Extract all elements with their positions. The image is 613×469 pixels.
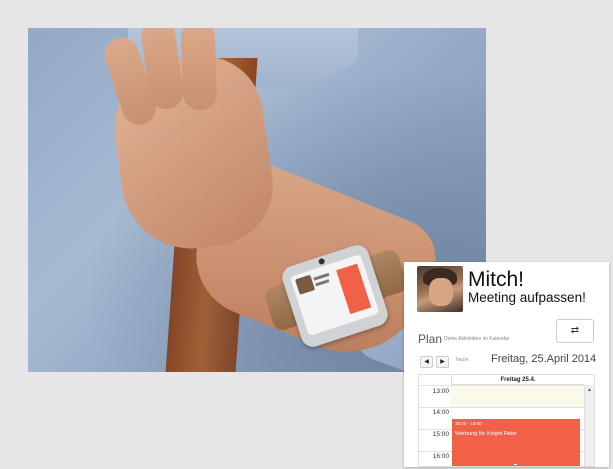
chevron-right-icon: ▶ [440, 359, 445, 365]
event-resize-handle[interactable] [514, 464, 517, 465]
prev-day-button[interactable]: ◀ [420, 356, 433, 368]
notification-name: Mitch! [468, 268, 525, 291]
next-day-button[interactable]: ▶ [436, 356, 449, 368]
calendar-scrollbar[interactable] [584, 385, 594, 466]
time-label: 13:00 [432, 388, 449, 395]
notification-message: Meeting aufpassen! [468, 290, 586, 305]
watch-avatar [294, 274, 316, 295]
watch-camera-dot [317, 257, 326, 266]
today-button[interactable]: heute [456, 357, 469, 363]
event-time: 15:00 - 16:00 [455, 421, 482, 426]
event-title: Werbung für Knight Rider [455, 431, 517, 437]
time-label: 14:00 [432, 409, 449, 416]
view-toggle-button[interactable]: ⇄ [556, 319, 594, 343]
day-column-header: Freitag 25.4. [451, 375, 584, 385]
day-calendar: Freitag 25.4. 13:00 14:00 15:00 16:00 15… [418, 374, 595, 467]
scroll-up-icon[interactable]: ▲ [587, 387, 592, 393]
watch-event-block [336, 263, 372, 315]
time-label: 16:00 [432, 453, 449, 460]
chevron-left-icon: ◀ [424, 359, 429, 365]
plan-subtitle: Deine Aktivitäten im Kalendar [444, 336, 510, 342]
swap-icon: ⇄ [570, 325, 580, 336]
plan-title: Plan [418, 332, 443, 346]
time-label: 15:00 [432, 431, 449, 438]
highlighted-slot [451, 385, 584, 407]
contact-avatar [417, 266, 463, 312]
calendar-card: Mitch! Meeting aufpassen! Plan Deine Akt… [404, 262, 609, 467]
calendar-event[interactable]: 15:00 - 16:00 Werbung für Knight Rider [452, 419, 580, 466]
current-date-title: Freitag, 25.April 2014 [491, 353, 597, 365]
smartwatch-screen [289, 254, 380, 336]
